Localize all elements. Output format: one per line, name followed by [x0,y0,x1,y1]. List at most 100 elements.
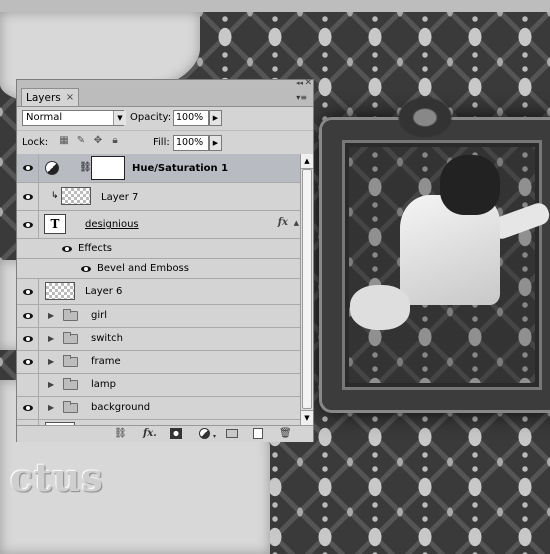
eye-icon [22,359,33,365]
layer-row[interactable]: ▶ girl [17,305,300,328]
expand-arrow-icon[interactable]: ▶ [48,311,54,320]
layer-thumbnail [61,187,91,205]
visibility-toggle[interactable] [17,305,39,327]
layer-thumbnail [45,282,75,300]
girl-figure-head [440,155,500,215]
layer-row[interactable]: ⛓ Hue/Saturation 1 [17,154,300,183]
visibility-toggle-spacer [17,239,39,258]
fx-icon[interactable]: fx [278,217,288,228]
expand-arrow-icon[interactable]: ▶ [48,380,54,389]
fill-field[interactable]: 100% [173,134,209,151]
layer-row[interactable]: Effects [17,239,300,259]
layer-row[interactable]: Bevel and Emboss [17,259,300,279]
layers-panel: ◂◂ ✕ Layers × ▾≡ Normal ▼ Opacity: 100% … [16,78,314,442]
layer-mask-thumbnail [91,156,125,180]
eye-icon [22,313,33,319]
new-layer-icon[interactable] [253,428,263,439]
folder-icon [63,401,78,413]
fill-label: Fill: [153,137,170,148]
eye-icon [22,221,33,228]
visibility-toggle[interactable] [17,154,39,182]
layer-list-scrollbar[interactable]: ▲ ▼ [300,154,313,425]
text-layer-icon: T [44,214,66,234]
eye-icon [22,193,33,200]
tab-label: Layers [26,91,61,104]
visibility-toggle[interactable] [17,183,39,210]
layer-name: designious [85,219,139,230]
layer-name: lamp [91,379,116,390]
layer-row[interactable]: ▶ frame [17,351,300,374]
lock-position-icon[interactable]: ✥ [93,136,103,146]
folder-icon [63,332,78,344]
layers-bottom-bar: ⛓ fx. ▾ 🗑︎ [17,425,313,442]
layer-list[interactable]: ⛓ Hue/Saturation 1 ↳ Layer 7 T designiou… [17,154,300,425]
trash-icon[interactable]: 🗑︎ [279,428,292,440]
adjustment-layer-icon[interactable] [199,428,210,439]
blend-mode-select[interactable]: Normal ▼ [22,109,126,126]
visibility-toggle-hidden[interactable] [17,374,39,396]
tab-layers[interactable]: Layers × [21,88,80,106]
layer-row[interactable]: ▶ background [17,397,300,420]
visibility-toggle[interactable] [17,211,39,238]
link-layers-icon[interactable]: ⛓ [114,428,127,440]
lock-fill-row: Lock: ▦ ✎ ✥ 🔒︎ Fill: 100% ▶ [17,130,313,155]
folder-icon [63,355,78,367]
visibility-toggle[interactable] [17,279,39,304]
lock-image-pixels-icon[interactable]: ✎ [76,136,86,146]
eye-icon [22,336,33,342]
embossed-canvas-text: ctus [10,455,104,500]
folder-icon [63,309,78,321]
layer-name: Layer 6 [85,286,123,297]
effects-label: Effects [78,243,112,254]
collapse-icon[interactable]: ◂◂ [296,79,303,87]
layer-name: Layer 7 [101,192,139,203]
toy-figure [350,285,410,330]
adjustment-layer-icon [45,161,59,175]
add-mask-icon[interactable] [170,428,182,439]
scroll-down-icon[interactable]: ▼ [301,410,313,425]
visibility-toggle-spacer [17,259,39,278]
collapse-effects-icon[interactable]: ▲ [294,219,299,227]
layer-name: frame [91,356,121,367]
eye-icon[interactable] [81,266,91,272]
chain-link-icon[interactable]: ⛓ [79,162,92,173]
tab-close-icon[interactable]: × [66,92,74,103]
layer-row[interactable]: ▶ switch [17,328,300,351]
fx-icon[interactable]: fx. [143,428,157,440]
layer-name: Hue/Saturation 1 [132,163,229,174]
layer-name: switch [91,333,123,344]
chevron-down-icon: ▾ [213,433,217,440]
visibility-toggle[interactable] [17,397,39,419]
layer-row[interactable]: Layer 6 [17,279,300,305]
visibility-toggle[interactable] [17,351,39,373]
close-icon[interactable]: ✕ [304,78,312,88]
visibility-toggle[interactable] [17,328,39,350]
eye-icon [22,165,33,171]
expand-arrow-icon[interactable]: ▶ [48,403,54,412]
scroll-thumb[interactable] [302,169,312,409]
new-group-folder-icon[interactable] [226,429,238,438]
opacity-label: Opacity: [130,112,172,123]
lock-all-icon[interactable]: 🔒︎ [110,136,120,146]
clipping-arrow-icon: ↳ [51,191,59,201]
blend-mode-value: Normal [26,112,63,123]
layer-row[interactable]: ↳ Layer 7 [17,183,300,211]
scroll-up-icon[interactable]: ▲ [301,154,313,169]
layer-name: girl [91,310,108,321]
eye-icon [22,288,33,295]
panel-title-strip[interactable]: ◂◂ ✕ [17,78,313,88]
chevron-down-icon[interactable]: ▼ [113,110,126,125]
opacity-slider-button[interactable]: ▶ [209,109,222,126]
eye-icon[interactable] [62,246,72,252]
panel-menu-icon[interactable]: ▾≡ [296,93,307,102]
lock-transparency-icon[interactable]: ▦ [59,136,69,146]
frame-crest [395,95,455,140]
layer-row[interactable]: T designious fx ▲ [17,211,300,239]
layer-name: background [91,402,151,413]
expand-arrow-icon[interactable]: ▶ [48,357,54,366]
layer-row[interactable]: ▶ lamp [17,374,300,397]
fill-slider-button[interactable]: ▶ [209,134,222,151]
expand-arrow-icon[interactable]: ▶ [48,334,54,343]
folder-icon [63,378,78,390]
opacity-field[interactable]: 100% [173,109,209,126]
